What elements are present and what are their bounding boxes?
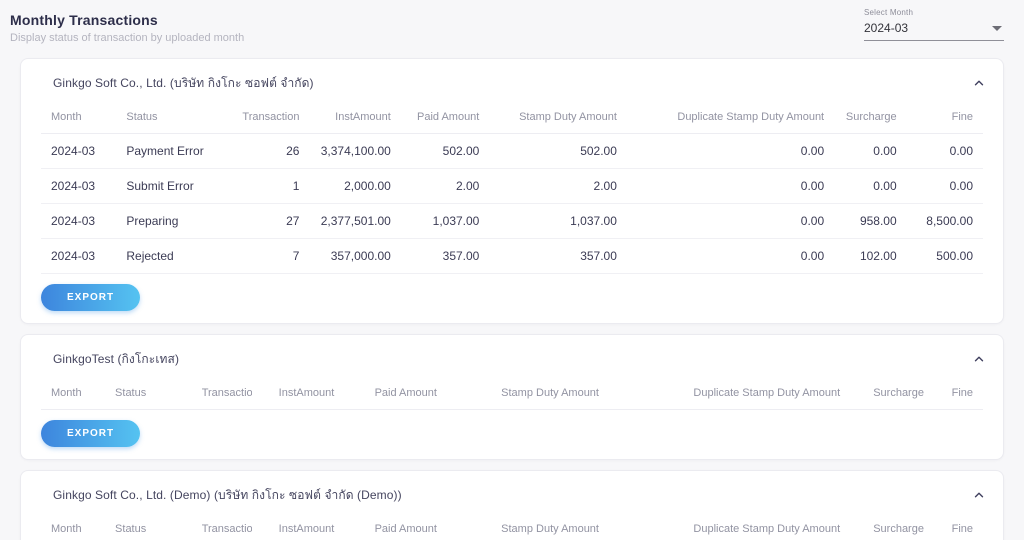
table-cell: Rejected bbox=[126, 249, 174, 263]
table-header-row: Month Status Transaction InstAmount Paid Amo… bbox=[41, 377, 983, 410]
month-select-label: Select Month bbox=[864, 8, 914, 17]
table-cell: 1,037.00 bbox=[432, 214, 480, 228]
company-name: Ginkgo Soft Co., Ltd. (Demo) (บริษัท กิง… bbox=[53, 487, 402, 502]
transactions-table: Month Status Transaction InstAmount Paid Amo… bbox=[41, 377, 983, 410]
table-cell: 0.00 bbox=[800, 214, 825, 228]
column-header: InstAmount bbox=[278, 387, 335, 399]
table-cell: 500.00 bbox=[936, 249, 973, 263]
column-header: Status bbox=[115, 387, 147, 399]
month-select[interactable]: Select Month 2024-03 bbox=[864, 8, 1004, 41]
column-header: Transaction bbox=[201, 387, 252, 399]
column-header: Status bbox=[115, 523, 147, 535]
table-header-row: Month Status Transaction InstAmount Paid Amo… bbox=[41, 101, 983, 134]
table-row: 2024-03 Submit Error 1 2,000.00 2.00 2.00 0.00… bbox=[41, 169, 983, 204]
table-cell: 2024-03 bbox=[51, 144, 96, 158]
table-cell: 2,000.00 bbox=[344, 179, 391, 193]
company-card: Ginkgo Soft Co., Ltd. (Demo) (บริษัท กิง… bbox=[20, 470, 1004, 540]
company-card: GinkgoTest (กิงโกะเทส) Month Status Transa… bbox=[20, 334, 1004, 460]
export-button[interactable]: EXPORT bbox=[41, 420, 141, 447]
column-header: Transaction bbox=[201, 523, 252, 535]
table-cell: 102.00 bbox=[859, 249, 897, 263]
table-cell: 1 bbox=[292, 179, 300, 193]
table-cell: 502.00 bbox=[580, 144, 617, 158]
table-cell: 0.00 bbox=[800, 179, 825, 193]
table-cell: 357.00 bbox=[442, 249, 480, 263]
table-cell: Payment Error bbox=[126, 144, 204, 158]
column-header: Month bbox=[51, 111, 82, 123]
column-header: Paid Amount bbox=[374, 523, 437, 535]
table-cell: 2024-03 bbox=[51, 179, 96, 193]
chevron-up-icon bbox=[974, 80, 984, 86]
table-row: 2024-03 Payment Error 26 3,374,100.00 502.00… bbox=[41, 134, 983, 169]
chevron-down-icon bbox=[992, 25, 1002, 31]
column-header: Surcharge bbox=[845, 111, 897, 123]
table-cell: 27 bbox=[286, 214, 300, 228]
column-header: Stamp Duty Amount bbox=[501, 387, 599, 399]
table-cell: 2024-03 bbox=[51, 249, 96, 263]
column-header: Paid Amount bbox=[374, 387, 437, 399]
column-header: InstAmount bbox=[278, 523, 335, 535]
company-name: GinkgoTest (กิงโกะเทส) bbox=[53, 351, 180, 366]
column-header: Transaction bbox=[242, 111, 300, 123]
column-header: Duplicate Stamp Duty Amount bbox=[693, 523, 841, 535]
column-header: Stamp Duty Amount bbox=[501, 523, 599, 535]
company-card: Ginkgo Soft Co., Ltd. (บริษัท กิงโกะ ซอฟ… bbox=[20, 58, 1004, 324]
page: Monthly Transactions Display status of t… bbox=[0, 0, 1024, 540]
chevron-up-icon bbox=[974, 356, 984, 362]
table-cell: 8,500.00 bbox=[926, 214, 973, 228]
column-header: Month bbox=[51, 387, 82, 399]
company-name: Ginkgo Soft Co., Ltd. (บริษัท กิงโกะ ซอฟ… bbox=[53, 75, 314, 90]
table-cell: 0.00 bbox=[873, 179, 897, 193]
transactions-table: Month Status Transaction InstAmount Paid Amo… bbox=[41, 101, 983, 274]
column-header: Duplicate Stamp Duty Amount bbox=[677, 111, 825, 123]
column-header: Fine bbox=[951, 387, 973, 399]
chevron-up-icon bbox=[974, 492, 984, 498]
table-cell: 357,000.00 bbox=[330, 249, 391, 263]
table-cell: 2,377,501.00 bbox=[320, 214, 391, 228]
table-cell: 958.00 bbox=[859, 214, 897, 228]
month-select-value: 2024-03 bbox=[864, 21, 909, 35]
column-header: Surcharge bbox=[873, 523, 924, 535]
table-cell: 0.00 bbox=[800, 249, 825, 263]
column-header: Fine bbox=[951, 111, 973, 123]
table-cell: Preparing bbox=[126, 214, 179, 228]
table-cell: 3,374,100.00 bbox=[320, 144, 391, 158]
table-cell: 0.00 bbox=[949, 179, 973, 193]
column-header: Paid Amount bbox=[416, 111, 480, 123]
table-cell: 0.00 bbox=[800, 144, 825, 158]
table-cell: 502.00 bbox=[442, 144, 480, 158]
column-header: Month bbox=[51, 523, 82, 535]
cards-container: Ginkgo Soft Co., Ltd. (บริษัท กิงโกะ ซอฟ… bbox=[10, 58, 1014, 540]
table-cell: 7 bbox=[292, 249, 300, 263]
column-header: Stamp Duty Amount bbox=[519, 111, 617, 123]
table-cell: 2.00 bbox=[456, 179, 480, 193]
table-row: 2024-03 Rejected 7 357,000.00 357.00 357.00 0.… bbox=[41, 239, 983, 274]
column-header: Status bbox=[126, 111, 158, 123]
transactions-table: Month Status Transaction InstAmount Paid Amo… bbox=[41, 513, 983, 540]
collapse-button[interactable] bbox=[969, 73, 989, 93]
table-cell: 26 bbox=[286, 144, 300, 158]
table-cell: 0.00 bbox=[873, 144, 897, 158]
table-cell: 2.00 bbox=[593, 179, 617, 193]
export-button[interactable]: EXPORT bbox=[41, 284, 141, 311]
column-header: InstAmount bbox=[335, 111, 391, 123]
table-cell: Submit Error bbox=[126, 179, 194, 193]
collapse-button[interactable] bbox=[969, 349, 989, 369]
table-cell: 1,037.00 bbox=[570, 214, 617, 228]
table-cell: 2024-03 bbox=[51, 214, 96, 228]
table-header-row: Month Status Transaction InstAmount Paid Amo… bbox=[41, 513, 983, 540]
table-cell: 0.00 bbox=[949, 144, 973, 158]
table-row: 2024-03 Preparing 27 2,377,501.00 1,037.00 1,… bbox=[41, 204, 983, 239]
column-header: Fine bbox=[951, 523, 973, 535]
collapse-button[interactable] bbox=[969, 485, 989, 505]
column-header: Duplicate Stamp Duty Amount bbox=[693, 387, 841, 399]
column-header: Surcharge bbox=[873, 387, 924, 399]
table-cell: 357.00 bbox=[580, 249, 617, 263]
